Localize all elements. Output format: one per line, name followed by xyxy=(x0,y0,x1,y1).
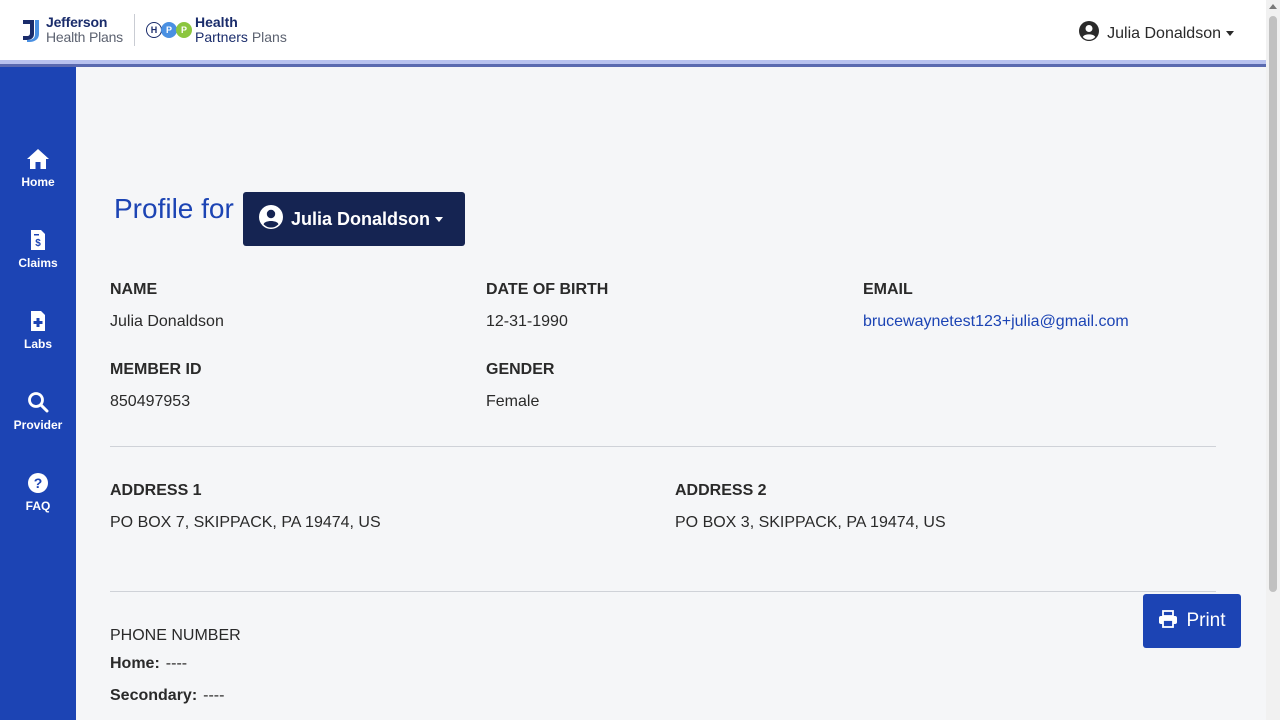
sidebar-item-label: Provider xyxy=(13,418,63,432)
user-circle-icon xyxy=(1079,21,1100,46)
address2-label: ADDRESS 2 xyxy=(675,482,767,499)
svg-text:?: ? xyxy=(34,475,43,491)
sidebar-item-home[interactable]: Home xyxy=(0,147,76,207)
scroll-up-arrow-icon[interactable] xyxy=(1269,4,1277,9)
dob-value: 12-31-1990 xyxy=(486,313,568,330)
print-button[interactable]: Print xyxy=(1143,594,1241,648)
address1-label: ADDRESS 1 xyxy=(110,482,202,499)
logo-hpp-line2a: Partners xyxy=(195,29,248,45)
question-icon: ? xyxy=(26,471,50,495)
phone-secondary-label: Secondary: xyxy=(110,687,198,704)
home-icon xyxy=(26,147,50,171)
phone-section-title: PHONE NUMBER xyxy=(110,627,241,644)
sidebar-item-labs[interactable]: Labs xyxy=(0,309,76,369)
email-link[interactable]: brucewaynetest123+julia@gmail.com xyxy=(863,313,1129,331)
name-value: Julia Donaldson xyxy=(110,313,224,330)
search-icon xyxy=(26,390,50,414)
selected-member-name: Julia Donaldson xyxy=(291,208,431,229)
address1-value: PO BOX 7, SKIPPACK, PA 19474, US xyxy=(110,514,381,531)
logo-hpp-line1: Health xyxy=(195,14,238,30)
address2-value: PO BOX 3, SKIPPACK, PA 19474, US xyxy=(675,514,946,531)
section-divider xyxy=(110,446,1216,447)
chevron-down-icon xyxy=(435,216,444,222)
sidebar-item-provider[interactable]: Provider xyxy=(0,390,76,450)
header-accent-bar xyxy=(0,60,1266,67)
gender-value: Female xyxy=(486,393,540,410)
print-button-label: Print xyxy=(1186,610,1226,631)
top-header: Jefferson Health Plans H P P Health Part… xyxy=(0,0,1266,60)
phone-home-row: Home: ---- xyxy=(110,655,187,673)
scrollbar-thumb[interactable] xyxy=(1269,16,1277,592)
svg-text:$: $ xyxy=(35,238,41,249)
health-partners-plans-logo[interactable]: H P P Health Partners Plans xyxy=(146,14,287,46)
member-select-dropdown[interactable]: Julia Donaldson xyxy=(243,192,465,246)
chevron-down-icon xyxy=(1226,31,1234,36)
phone-home-label: Home: xyxy=(110,655,160,672)
user-account-menu[interactable]: Julia Donaldson xyxy=(1079,21,1234,46)
section-divider xyxy=(110,591,1216,592)
jefferson-shield-icon xyxy=(22,18,40,42)
logo-divider xyxy=(134,14,135,46)
sidebar-item-faq[interactable]: ? FAQ xyxy=(0,471,76,531)
sidebar-nav: Home $ Claims Labs Provider ? FAQ xyxy=(0,67,76,720)
claims-icon: $ xyxy=(26,228,50,252)
phone-secondary-row: Secondary: ---- xyxy=(110,687,224,705)
sidebar-item-claims[interactable]: $ Claims xyxy=(0,228,76,288)
name-label: NAME xyxy=(110,281,158,298)
sidebar-item-label: Labs xyxy=(23,337,52,351)
page-title: Profile for xyxy=(114,193,234,224)
labs-icon xyxy=(26,309,50,333)
phone-secondary-value: ---- xyxy=(203,687,225,704)
dob-label: DATE OF BIRTH xyxy=(486,281,609,298)
user-name: Julia Donaldson xyxy=(1107,24,1221,42)
sidebar-item-label: Home xyxy=(21,175,55,189)
hpp-dots-icon: H P P xyxy=(146,22,192,38)
member-id-label: MEMBER ID xyxy=(110,361,202,378)
printer-icon xyxy=(1158,609,1178,633)
user-circle-icon xyxy=(259,204,283,234)
logo-jefferson-line2: Health Plans xyxy=(46,29,123,45)
logo-hpp-line2b: Plans xyxy=(251,29,287,45)
phone-home-value: ---- xyxy=(165,655,188,672)
logo-jefferson-line1: Jefferson xyxy=(46,14,108,30)
email-label: EMAIL xyxy=(863,281,913,298)
vertical-scrollbar[interactable] xyxy=(1266,0,1280,720)
sidebar-item-label: FAQ xyxy=(25,499,51,513)
main-content: Profile for Julia Donaldson NAME Julia D… xyxy=(76,67,1266,720)
gender-label: GENDER xyxy=(486,361,555,378)
sidebar-item-label: Claims xyxy=(18,256,58,270)
jefferson-health-plans-logo[interactable]: Jefferson Health Plans xyxy=(22,14,123,46)
member-id-value: 850497953 xyxy=(110,393,191,410)
